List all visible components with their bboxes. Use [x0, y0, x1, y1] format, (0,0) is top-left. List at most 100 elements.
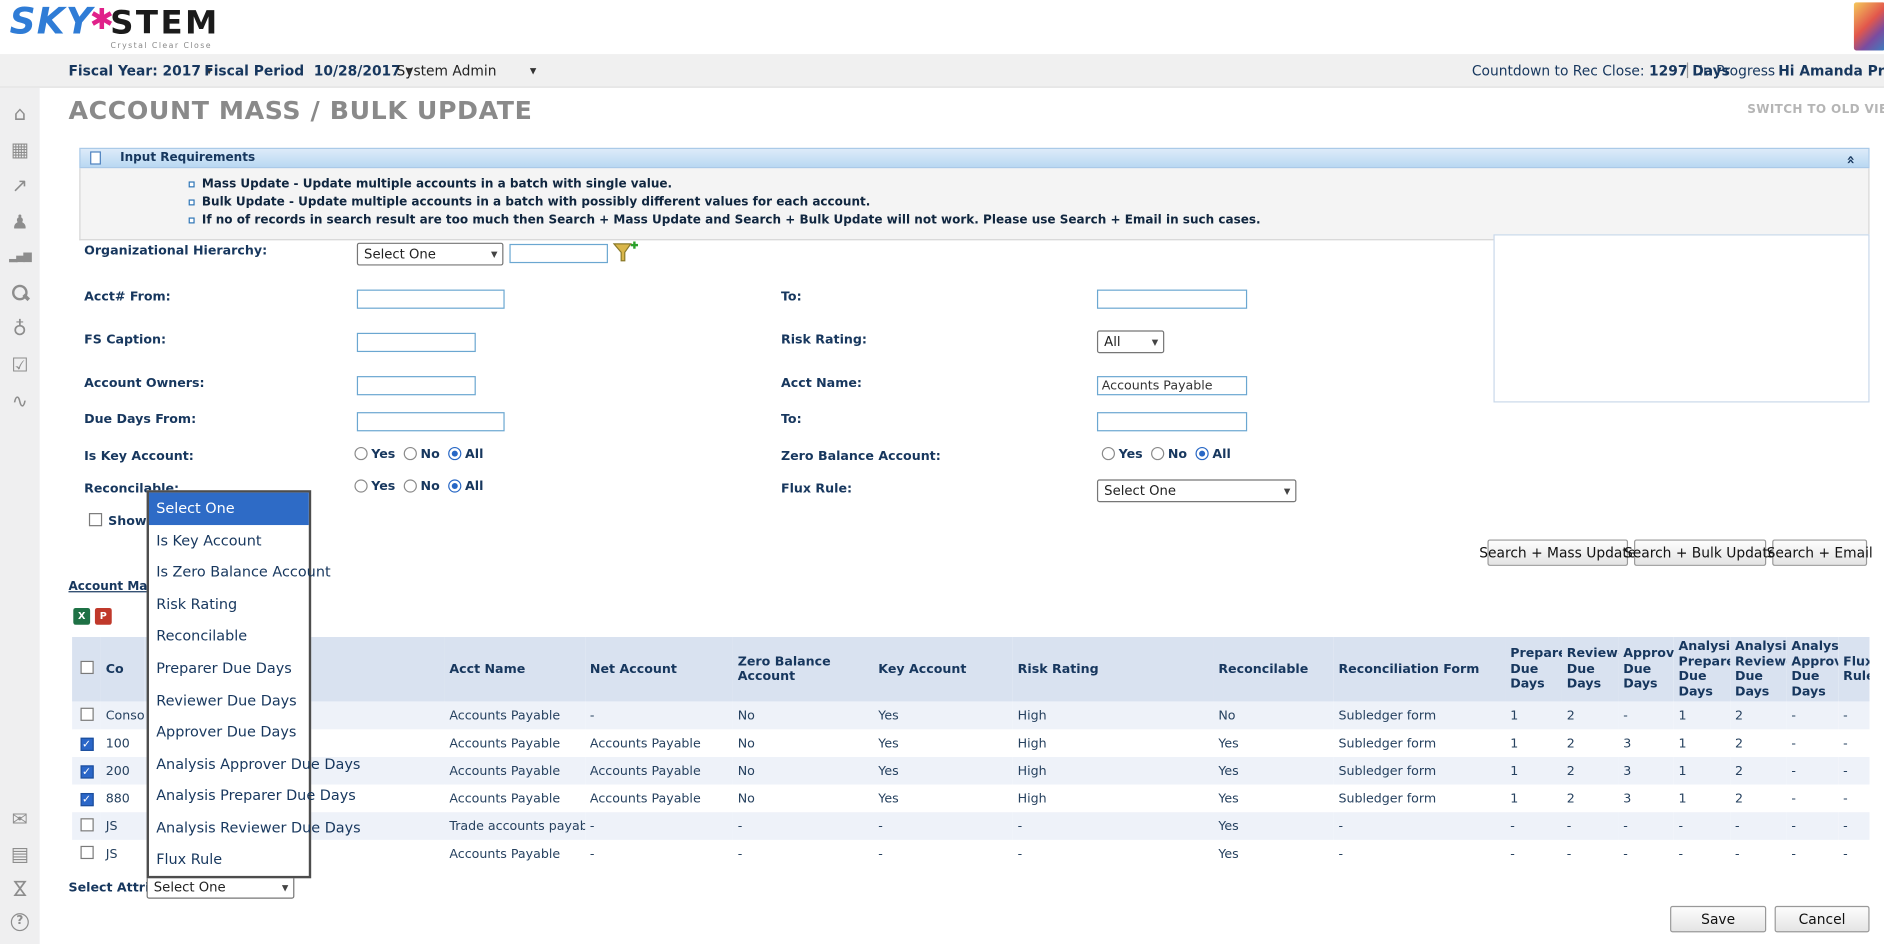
due-days-from-input[interactable]: [356, 412, 505, 432]
radio-all[interactable]: All: [448, 446, 483, 461]
dropdown-item[interactable]: Approver Due Days: [149, 716, 309, 748]
fiscal-year-select[interactable]: Fiscal Year: 2017 ▼: [68, 62, 212, 79]
search-icon[interactable]: [10, 284, 29, 303]
dropdown-item[interactable]: Is Key Account: [149, 525, 309, 557]
bar-chart-icon[interactable]: ▂▄▆: [9, 248, 32, 268]
dropdown-item[interactable]: Analysis Reviewer Due Days: [149, 812, 360, 844]
logo-sky-text: SKY: [9, 1, 94, 44]
row-checkbox[interactable]: [79, 707, 94, 721]
user-menu[interactable]: Hi Amanda Prep▼: [1778, 62, 1884, 79]
column-header[interactable]: Risk Rating: [1012, 636, 1214, 703]
dropdown-item[interactable]: Analysis Approver Due Days: [149, 748, 360, 780]
dropdown-item[interactable]: Analysis Preparer Due Days: [149, 780, 356, 812]
table-cell: 1: [1678, 708, 1687, 724]
column-header[interactable]: Analysis Reviewer Due Days: [1730, 636, 1787, 703]
dropdown-item[interactable]: Flux Rule: [149, 843, 309, 875]
globe-icon[interactable]: ♁: [13, 318, 27, 338]
radio-all[interactable]: All: [448, 479, 483, 493]
switch-to-old-view-link[interactable]: SWITCH TO OLD VIE: [1747, 103, 1884, 116]
row-checkbox[interactable]: ✓: [79, 737, 94, 751]
radio-yes[interactable]: Yes: [354, 479, 395, 493]
dropdown-item[interactable]: Select One: [148, 492, 309, 525]
column-header[interactable]: Flux Rule: [1838, 636, 1870, 703]
search-mass-update-button[interactable]: Search + Mass Update: [1479, 539, 1636, 566]
table-cell: -: [1678, 819, 1684, 834]
table-cell: 2: [1734, 708, 1744, 724]
dropdown-item[interactable]: Reviewer Due Days: [149, 684, 309, 716]
radio-no[interactable]: No: [403, 479, 440, 493]
role-select[interactable]: System Admin: [396, 62, 496, 79]
input-requirements-title: Input Requirements: [120, 151, 256, 165]
excel-export-icon[interactable]: X: [73, 607, 91, 625]
cancel-button[interactable]: Cancel: [1774, 905, 1870, 933]
show-on-checkbox[interactable]: [88, 513, 103, 527]
collapse-icon[interactable]: «: [1843, 155, 1860, 164]
funnel-add-icon[interactable]: [612, 240, 639, 264]
export-icon[interactable]: ↗: [12, 175, 28, 195]
fs-caption-input[interactable]: [356, 332, 476, 353]
acct-from-input[interactable]: [356, 289, 505, 309]
column-header[interactable]: Reconciliation Form: [1333, 636, 1506, 703]
save-button[interactable]: Save: [1670, 905, 1767, 933]
notes-icon[interactable]: ▤: [11, 843, 29, 863]
table-cell: Subledger form: [1338, 764, 1437, 779]
risk-rating-select[interactable]: All ▼: [1096, 330, 1165, 354]
org-hierarchy-select[interactable]: Select One ▼: [356, 242, 504, 266]
info-bullet: Mass Update - Update multiple accounts i…: [188, 177, 1869, 193]
search-bulk-update-button[interactable]: Search + Bulk Update: [1624, 539, 1776, 566]
due-days-to-input[interactable]: [1096, 412, 1248, 432]
row-checkbox[interactable]: ✓: [79, 765, 94, 779]
flux-rule-select[interactable]: Select One ▼: [1096, 479, 1297, 503]
column-header[interactable]: Analysis Approver Due Days: [1786, 636, 1839, 703]
select-all-checkbox[interactable]: [79, 660, 94, 674]
search-email-button[interactable]: Search + Email: [1767, 539, 1873, 566]
table-cell: JS: [105, 846, 118, 862]
radio-yes[interactable]: Yes: [354, 446, 395, 461]
column-header[interactable]: Preparer Due Days: [1505, 636, 1562, 703]
dashboard-icon[interactable]: ▦: [11, 139, 29, 159]
radio-all[interactable]: All: [1195, 446, 1231, 461]
table-cell: -: [1017, 846, 1023, 862]
role-value: System Admin: [396, 62, 497, 80]
users-icon[interactable]: ♟: [11, 211, 28, 231]
acct-name-input[interactable]: [1096, 376, 1248, 396]
radio-no[interactable]: No: [1151, 446, 1187, 461]
hourglass-icon[interactable]: ⋈: [8, 879, 31, 898]
radio-yes[interactable]: Yes: [1101, 446, 1143, 461]
account-owners-input[interactable]: [356, 376, 476, 396]
checklist-icon[interactable]: ☑: [11, 354, 28, 374]
column-header[interactable]: Acct Name: [444, 636, 586, 703]
role-select-chevron[interactable]: ▼: [525, 62, 536, 79]
trend-icon[interactable]: ∿: [12, 390, 28, 410]
column-header[interactable]: Zero Balance Account: [732, 636, 874, 703]
select-attribute-select[interactable]: Select One ▼: [146, 875, 295, 899]
table-cell: Accounts Payable: [449, 791, 561, 807]
column-header[interactable]: Key Account: [873, 636, 1013, 703]
mail-icon[interactable]: ✉: [12, 809, 28, 829]
column-header[interactable]: Reconcilable: [1213, 636, 1334, 703]
input-requirements-header[interactable]: Input Requirements «: [79, 147, 1870, 169]
column-header[interactable]: Co: [100, 636, 145, 703]
fiscal-period-select[interactable]: Fiscal Period 10/28/2017 ▼: [204, 62, 412, 79]
radio-no[interactable]: No: [403, 446, 440, 461]
home-icon[interactable]: ⌂: [14, 103, 26, 123]
row-checkbox[interactable]: ✓: [79, 792, 94, 807]
is-key-account-radios: Yes No All: [354, 446, 483, 462]
pdf-export-icon[interactable]: P: [94, 607, 112, 625]
help-icon[interactable]: ?: [10, 913, 29, 932]
table-cell: -: [589, 708, 595, 724]
dropdown-item[interactable]: Risk Rating: [149, 588, 309, 620]
table-cell: 880: [105, 791, 130, 807]
acct-to-input[interactable]: [1096, 289, 1248, 309]
column-header[interactable]: Approver Due Days: [1618, 636, 1674, 703]
dropdown-item[interactable]: Is Zero Balance Account: [149, 556, 330, 588]
row-checkbox[interactable]: [79, 845, 94, 859]
column-header[interactable]: Reviewer Due Days: [1561, 636, 1619, 703]
row-checkbox[interactable]: [79, 818, 94, 832]
dropdown-item[interactable]: Reconcilable: [149, 620, 309, 652]
column-header[interactable]: Net Account: [585, 636, 733, 703]
column-header[interactable]: Analysis Preparer Due Days: [1673, 636, 1731, 703]
acct-from-label: Acct# From:: [84, 289, 171, 304]
dropdown-item[interactable]: Preparer Due Days: [149, 652, 309, 684]
org-hierarchy-input[interactable]: [509, 243, 608, 264]
